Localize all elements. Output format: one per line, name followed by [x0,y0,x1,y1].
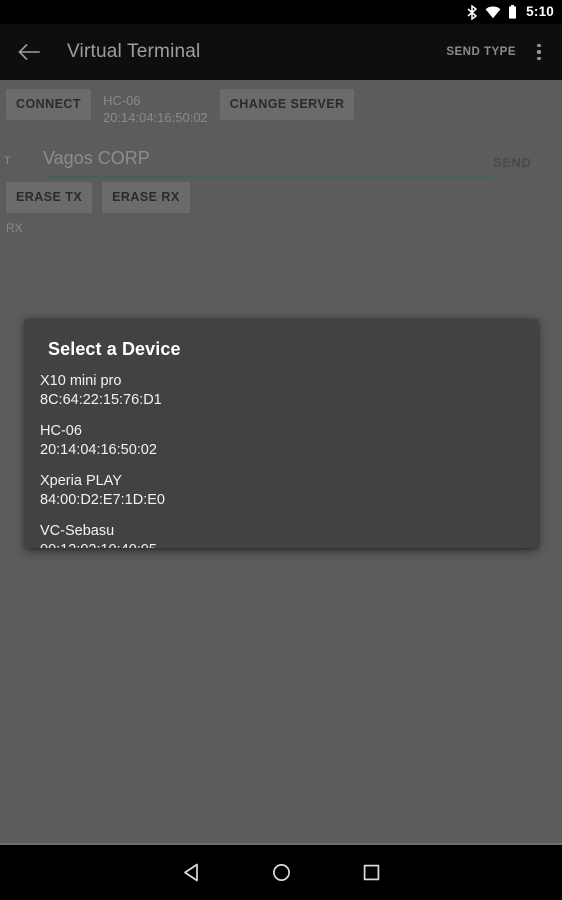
bluetooth-icon [467,4,478,20]
nav-back-triangle-icon[interactable] [146,845,236,900]
send-type-button[interactable]: SEND TYPE [446,46,516,58]
android-screen: 5:10 Virtual Terminal SEND TYPE CONNECT … [0,0,562,900]
nav-home-circle-icon[interactable] [236,845,326,900]
device-mac: 8C:64:22:15:76:D1 [40,392,162,408]
device-mac: 00:12:02:10:40:05 [40,541,538,548]
connected-device-mac: 20:14:04:16:50:02 [102,110,208,125]
erase-rx-button[interactable]: ERASE RX [102,182,190,213]
back-arrow-icon[interactable] [14,37,44,67]
list-item[interactable]: Xperia PLAY 84:00:D2:E7:1D:E0 [25,472,538,510]
page-title: Virtual Terminal [67,41,201,62]
overflow-menu-icon[interactable] [530,39,548,65]
nav-bar [0,845,562,900]
tx-row: T SEND [0,144,562,181]
nav-recents-square-icon[interactable] [326,845,416,900]
device-name: Xperia PLAY [40,473,122,489]
tx-input-wrapper [21,144,493,178]
tx-field-label: T [4,155,11,167]
connection-row: CONNECT HC-06 20:14:04:16:50:02 CHANGE S… [6,89,562,126]
app-bar: Virtual Terminal SEND TYPE [0,24,562,80]
tx-input[interactable] [21,144,471,176]
device-name: X10 mini pro [40,373,122,389]
select-device-dialog: Select a Device X10 mini pro 8C:64:22:15… [25,319,538,548]
erase-row: ERASE TX ERASE RX [6,182,190,213]
list-item[interactable]: VC-Sebasu 00:12:02:10:40:05 [25,522,538,548]
device-name: VC-Sebasu [40,523,115,539]
erase-tx-button[interactable]: ERASE TX [6,182,93,213]
device-name: HC-06 [40,423,82,439]
dialog-title: Select a Device [48,339,181,359]
connected-device-status: HC-06 20:14:04:16:50:02 [103,92,208,126]
device-list: X10 mini pro 8C:64:22:15:76:D1 HC-06 20:… [25,372,538,548]
rx-section-label: RX [6,221,23,235]
list-item[interactable]: X10 mini pro 8C:64:22:15:76:D1 [25,372,538,410]
battery-icon [508,5,517,19]
connect-button[interactable]: CONNECT [6,89,91,120]
change-server-button[interactable]: CHANGE SERVER [219,89,355,120]
tx-input-underline [43,176,493,178]
device-mac: 84:00:D2:E7:1D:E0 [40,492,165,508]
connected-device-name: HC-06 [102,93,141,108]
wifi-icon [485,6,501,19]
status-bar: 5:10 [0,0,562,24]
list-item[interactable]: HC-06 20:14:04:16:50:02 [25,422,538,460]
device-mac: 20:14:04:16:50:02 [40,442,157,458]
status-bar-clock: 5:10 [526,4,554,20]
